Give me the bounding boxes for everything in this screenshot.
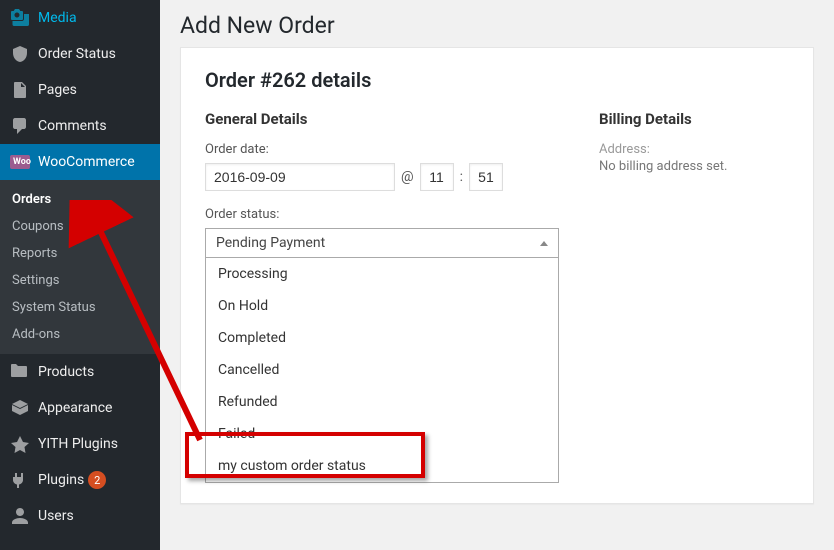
sidebar-item-woocommerce[interactable]: Woo WooCommerce [0, 144, 160, 180]
woocommerce-icon: Woo [10, 152, 30, 172]
sidebar-item-comments[interactable]: Comments [0, 108, 160, 144]
order-date-label: Order date: [205, 142, 559, 157]
at-symbol: @ [401, 169, 414, 185]
submenu-settings[interactable]: Settings [0, 267, 160, 294]
order-status-selected: Pending Payment [216, 235, 325, 251]
status-option[interactable]: Completed [206, 322, 558, 354]
address-none: No billing address set. [599, 159, 789, 174]
plugins-icon [10, 470, 30, 490]
address-label: Address: [599, 142, 789, 157]
yith-icon [10, 434, 30, 454]
submenu-coupons[interactable]: Coupons [0, 213, 160, 240]
comments-icon [10, 116, 30, 136]
status-option[interactable]: Cancelled [206, 354, 558, 386]
order-heading: Order #262 details [205, 68, 789, 92]
general-heading: General Details [205, 110, 559, 128]
status-icon [10, 44, 30, 64]
sidebar-item-pages[interactable]: Pages [0, 72, 160, 108]
sidebar-label: Users [38, 508, 74, 524]
sidebar-item-order-status[interactable]: Order Status [0, 36, 160, 72]
sidebar-label: WooCommerce [38, 154, 135, 170]
order-status-select[interactable]: Pending Payment [205, 228, 559, 258]
status-option[interactable]: Refunded [206, 386, 558, 418]
status-option[interactable]: Failed [206, 418, 558, 450]
sidebar-label: Media [38, 10, 77, 26]
submenu-reports[interactable]: Reports [0, 240, 160, 267]
status-option-custom[interactable]: my custom order status [206, 450, 558, 482]
sidebar-label: Products [38, 364, 94, 380]
sidebar-label: Pages [38, 82, 77, 98]
order-card: Order #262 details General Details Order… [180, 47, 814, 504]
sidebar-item-yith[interactable]: YITH Plugins [0, 426, 160, 462]
general-details-column: General Details Order date: @ : Order st… [205, 110, 559, 483]
sidebar-item-media[interactable]: Media [0, 0, 160, 36]
pages-icon [10, 80, 30, 100]
products-icon [10, 362, 30, 382]
sidebar-label: Comments [38, 118, 107, 134]
sidebar-label: YITH Plugins [38, 436, 118, 452]
submenu-system-status[interactable]: System Status [0, 294, 160, 321]
order-minute-input[interactable] [469, 163, 503, 191]
order-status-label: Order status: [205, 207, 559, 222]
sidebar-item-plugins[interactable]: Plugins 2 [0, 462, 160, 498]
sidebar-label: Order Status [38, 46, 116, 62]
sidebar-label: Plugins [38, 472, 84, 488]
time-colon: : [460, 169, 463, 185]
woocommerce-submenu: Orders Coupons Reports Settings System S… [0, 180, 160, 354]
order-date-input[interactable] [205, 163, 395, 191]
chevron-up-icon [540, 241, 548, 246]
status-option[interactable]: On Hold [206, 290, 558, 322]
sidebar-item-appearance[interactable]: Appearance [0, 390, 160, 426]
sidebar-label: Appearance [38, 400, 112, 416]
main-content: Add New Order Order #262 details General… [160, 0, 834, 550]
plugin-update-count: 2 [88, 471, 106, 489]
billing-heading: Billing Details [599, 110, 789, 128]
billing-details-column: Billing Details Address: No billing addr… [599, 110, 789, 483]
sidebar-item-users[interactable]: Users [0, 498, 160, 534]
sidebar-item-products[interactable]: Products [0, 354, 160, 390]
order-status-dropdown[interactable]: Processing On Hold Completed Cancelled R… [205, 258, 559, 483]
page-title: Add New Order [180, 0, 814, 47]
submenu-addons[interactable]: Add-ons [0, 321, 160, 348]
status-option[interactable]: Processing [206, 258, 558, 290]
order-hour-input[interactable] [420, 163, 454, 191]
media-icon [10, 8, 30, 28]
submenu-orders[interactable]: Orders [0, 186, 160, 213]
appearance-icon [10, 398, 30, 418]
admin-sidebar: Media Order Status Pages Comments Woo Wo… [0, 0, 160, 550]
users-icon [10, 506, 30, 526]
